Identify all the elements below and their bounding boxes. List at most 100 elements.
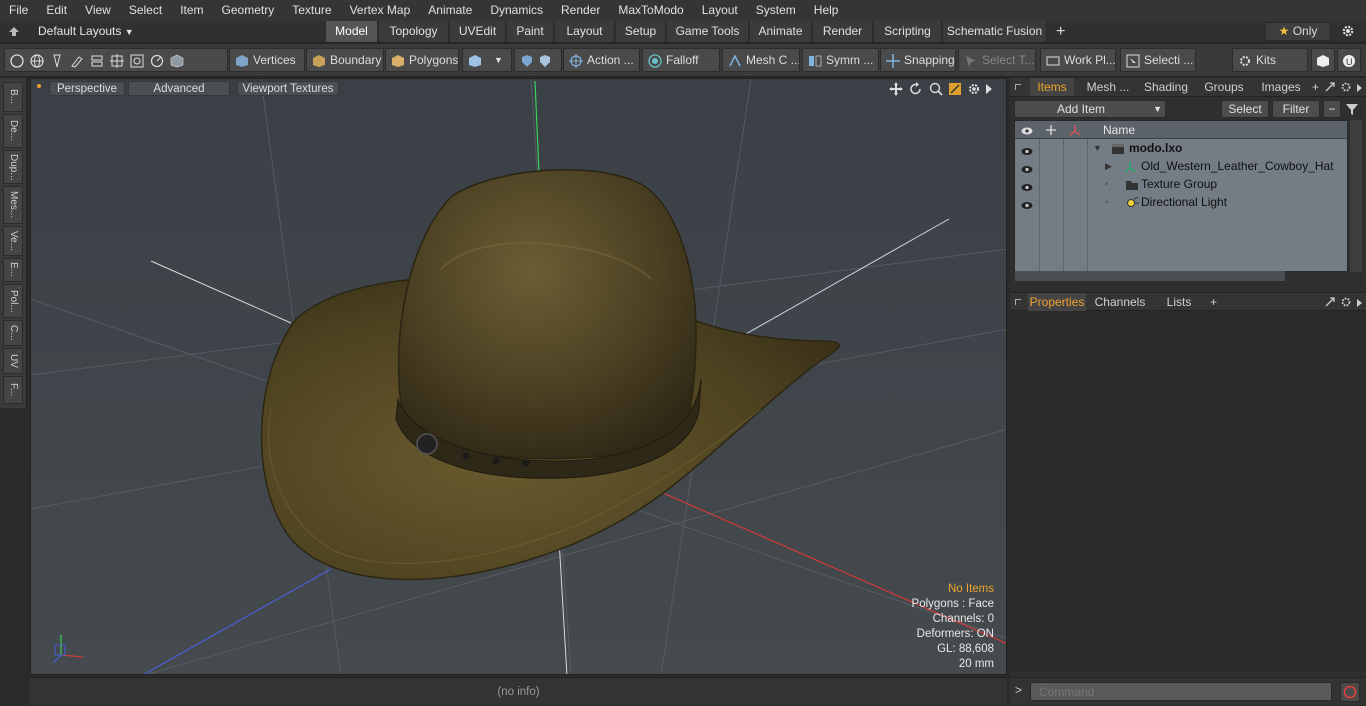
left-tab-polygon[interactable]: Pol...: [3, 284, 23, 318]
tab-lists[interactable]: Lists: [1154, 293, 1204, 311]
only-toggle[interactable]: ★ Only: [1265, 22, 1331, 41]
fit-view-icon[interactable]: [948, 82, 962, 96]
cube-icon[interactable]: [170, 53, 184, 68]
tab-paint[interactable]: Paint: [507, 21, 554, 42]
action-center-button[interactable]: Action ...: [563, 48, 640, 72]
tab-layout[interactable]: Layout: [555, 21, 615, 42]
tab-uvedit[interactable]: UVEdit: [450, 21, 506, 42]
tab-scripting[interactable]: Scripting: [874, 21, 942, 42]
tab-groups[interactable]: Groups: [1198, 78, 1250, 96]
eye-icon[interactable]: [1021, 197, 1033, 209]
eye-icon[interactable]: [1021, 143, 1033, 155]
menu-geometry[interactable]: Geometry: [213, 0, 284, 21]
tree-row-mesh[interactable]: ▶ Old_Western_Leather_Cowboy_Hat: [1015, 157, 1347, 175]
advanced-tab[interactable]: Advanced: [128, 81, 230, 96]
item-mode-dropdown[interactable]: ▼: [462, 48, 512, 72]
selection-sets-button[interactable]: Selecti ...: [1120, 48, 1196, 72]
menu-dynamics[interactable]: Dynamics: [481, 0, 552, 21]
circle-select-icon[interactable]: [10, 53, 24, 68]
left-tab-basic[interactable]: B...: [3, 82, 23, 112]
symmetry-button[interactable]: Symm ...: [802, 48, 879, 72]
tab-game-tools[interactable]: Game Tools: [667, 21, 749, 42]
viewport-textures-tab[interactable]: Viewport Textures: [237, 81, 339, 96]
add-tab-icon[interactable]: +: [1056, 21, 1065, 42]
kits-button[interactable]: Kits: [1232, 48, 1308, 72]
menu-item[interactable]: Item: [171, 0, 212, 21]
pen-icon[interactable]: [50, 53, 64, 68]
menu-vertex-map[interactable]: Vertex Map: [341, 0, 420, 21]
menu-file[interactable]: File: [0, 0, 37, 21]
select-through-button[interactable]: Select T...: [958, 48, 1036, 72]
panel-gear-icon[interactable]: [1340, 296, 1352, 308]
polygons-button[interactable]: Polygons: [385, 48, 459, 72]
add-tab-icon[interactable]: +: [1210, 293, 1217, 311]
center-icon[interactable]: [110, 53, 124, 68]
add-tab-icon[interactable]: +: [1312, 78, 1319, 96]
tree-row-scene[interactable]: ▼ modo.lxo: [1015, 139, 1347, 157]
left-tab-uv[interactable]: UV: [3, 348, 23, 374]
tab-model[interactable]: Model: [326, 21, 378, 42]
tab-images[interactable]: Images: [1256, 78, 1306, 96]
menu-view[interactable]: View: [76, 0, 120, 21]
rotate-icon[interactable]: [150, 53, 164, 68]
tab-render[interactable]: Render: [813, 21, 873, 42]
menu-system[interactable]: System: [747, 0, 805, 21]
collapse-button[interactable]: −: [1323, 100, 1341, 118]
menu-layout[interactable]: Layout: [693, 0, 747, 21]
menu-render[interactable]: Render: [552, 0, 609, 21]
tab-mesh-ops[interactable]: Mesh ...: [1080, 78, 1136, 96]
unreal-button[interactable]: U: [1337, 48, 1361, 72]
snapping-button[interactable]: Snapping: [880, 48, 956, 72]
zoom-icon[interactable]: [929, 82, 943, 96]
tab-topology[interactable]: Topology: [379, 21, 449, 42]
expand-icon[interactable]: [1324, 296, 1336, 308]
mesh-constraint-button[interactable]: Mesh C ...: [722, 48, 800, 72]
panel-arrow-icon[interactable]: [1356, 82, 1363, 92]
viewport-settings-gear-icon[interactable]: [967, 82, 981, 96]
gear-icon[interactable]: [1341, 24, 1355, 38]
globe-icon[interactable]: [30, 53, 44, 68]
left-tab-deform[interactable]: De...: [3, 114, 23, 148]
unity-button[interactable]: [1311, 48, 1335, 72]
brush-icon[interactable]: [70, 53, 84, 68]
layout-selector[interactable]: Default Layouts ▼: [38, 21, 134, 43]
left-tab-duplicate[interactable]: Dup...: [3, 150, 23, 184]
tab-animate[interactable]: Animate: [750, 21, 812, 42]
eye-icon[interactable]: [1021, 161, 1033, 173]
add-item-dropdown[interactable]: Add Item ▼: [1014, 100, 1166, 118]
snap-mode-group[interactable]: [514, 48, 562, 72]
boundary-button[interactable]: Boundary: [306, 48, 384, 72]
record-button[interactable]: [1340, 682, 1360, 702]
item-list-vscrollbar[interactable]: [1350, 120, 1362, 272]
menu-select[interactable]: Select: [120, 0, 171, 21]
perspective-tab[interactable]: Perspective: [49, 81, 125, 96]
lock-column-icon[interactable]: [1045, 124, 1057, 136]
panel-arrow-icon[interactable]: [1356, 297, 1363, 307]
falloff-button[interactable]: Falloff: [642, 48, 720, 72]
menu-maxtomodo[interactable]: MaxToModo: [609, 0, 692, 21]
tab-schematic-fusion[interactable]: Schematic Fusion: [943, 21, 1047, 42]
viewport-expand-arrow-icon[interactable]: [985, 83, 993, 95]
menu-help[interactable]: Help: [805, 0, 848, 21]
panel-gear-icon[interactable]: [1340, 81, 1352, 93]
name-column-header[interactable]: Name: [1103, 121, 1135, 139]
tab-items[interactable]: Items: [1030, 78, 1074, 96]
menu-edit[interactable]: Edit: [37, 0, 76, 21]
left-tab-curve[interactable]: C...: [3, 320, 23, 346]
filter-button[interactable]: Filter: [1272, 100, 1320, 118]
select-button[interactable]: Select: [1221, 100, 1269, 118]
tab-shading[interactable]: Shading: [1140, 78, 1192, 96]
left-tab-mesh-edit[interactable]: Mes...: [3, 186, 23, 224]
left-tab-fusion[interactable]: F...: [3, 376, 23, 404]
tree-row-directional-light[interactable]: • Directional Light: [1015, 193, 1347, 211]
vertices-button[interactable]: Vertices: [229, 48, 305, 72]
tree-row-texture-group[interactable]: • Texture Group: [1015, 175, 1347, 193]
visibility-column-eye-icon[interactable]: [1021, 125, 1033, 135]
collapse-arrow-icon[interactable]: ▼: [1093, 139, 1102, 157]
expand-arrow-icon[interactable]: ▶: [1105, 157, 1112, 175]
frame-icon[interactable]: [130, 53, 144, 68]
work-plane-button[interactable]: Work Pl...: [1040, 48, 1116, 72]
expand-icon[interactable]: [1324, 81, 1336, 93]
left-tab-edge[interactable]: E...: [3, 258, 23, 282]
layout-collapse-icon[interactable]: [8, 25, 20, 38]
